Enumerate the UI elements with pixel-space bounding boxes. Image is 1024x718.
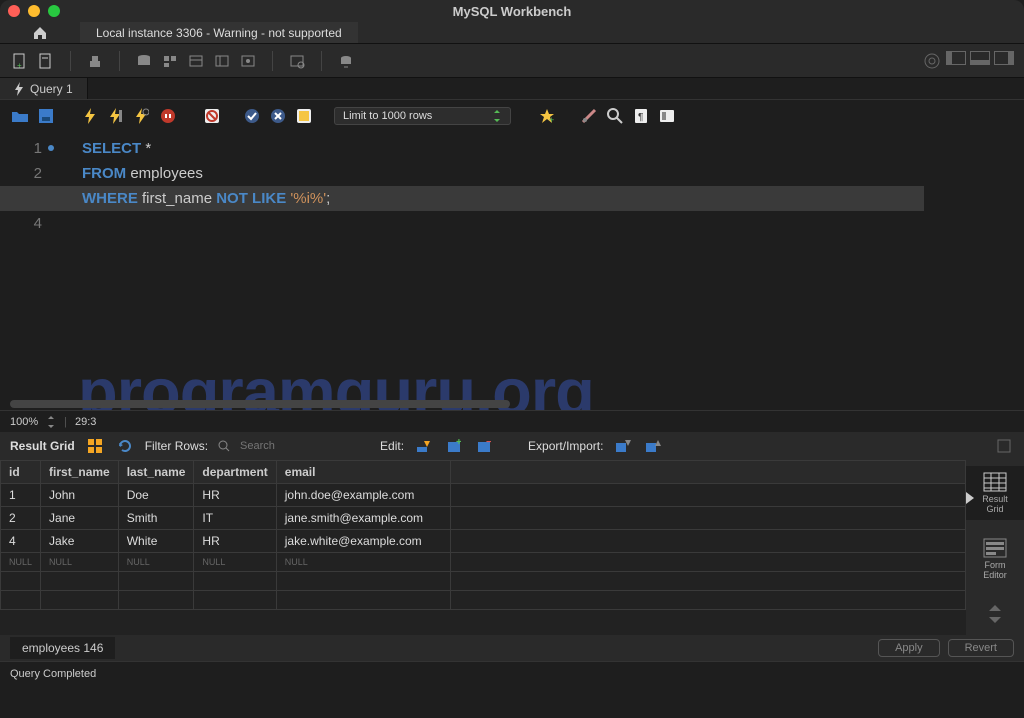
open-file-icon[interactable] <box>10 106 30 126</box>
connection-tab-label: Local instance 3306 - Warning - not supp… <box>96 26 342 40</box>
svg-text:¶: ¶ <box>638 112 643 123</box>
search-glass-icon <box>218 440 230 452</box>
result-grid[interactable]: idfirst_namelast_namedepartmentemail 1Jo… <box>0 460 966 635</box>
filter-rows-label: Filter Rows: <box>145 439 208 453</box>
svg-text:+: + <box>456 439 461 448</box>
column-header[interactable]: id <box>1 461 41 484</box>
db-icon-1[interactable] <box>134 51 154 71</box>
close-window-button[interactable] <box>8 5 20 17</box>
db-icon-4[interactable] <box>212 51 232 71</box>
result-grid-tab[interactable]: Result Grid <box>966 466 1024 520</box>
execute-current-icon[interactable] <box>106 106 126 126</box>
svg-text:−: − <box>486 439 491 448</box>
code-area[interactable]: SELECT * FROM employees WHERE first_name… <box>82 136 924 236</box>
db-icon-5[interactable] <box>238 51 258 71</box>
delete-row-icon[interactable]: − <box>474 436 494 456</box>
main-toolbar: + <box>0 44 1024 78</box>
horizontal-scrollbar[interactable] <box>10 400 510 408</box>
maximize-window-button[interactable] <box>48 5 60 17</box>
refresh-icon[interactable] <box>115 436 135 456</box>
table-row[interactable]: 4JakeWhiteHRjake.white@example.com <box>1 530 966 553</box>
window-title: MySQL Workbench <box>453 4 572 19</box>
panel-bottom-icon[interactable] <box>970 51 990 65</box>
autocommit-icon[interactable] <box>294 106 314 126</box>
limit-dropdown[interactable]: Limit to 1000 rows <box>334 107 511 125</box>
stop-icon[interactable] <box>158 106 178 126</box>
result-toolbar: Result Grid Filter Rows: Edit: + − Expor… <box>0 432 1024 460</box>
zoom-level[interactable]: 100% <box>10 416 38 428</box>
db-icon-2[interactable] <box>160 51 180 71</box>
collapse-arrow-icon[interactable] <box>966 492 974 504</box>
table-row[interactable]: 2JaneSmithITjane.smith@example.com <box>1 507 966 530</box>
lightning-icon <box>14 82 24 96</box>
execute-icon[interactable] <box>80 106 100 126</box>
wrap-cell-icon[interactable] <box>994 436 1014 456</box>
column-header[interactable]: department <box>194 461 276 484</box>
explain-icon[interactable] <box>132 106 152 126</box>
open-sql-file-icon[interactable] <box>36 51 56 71</box>
apply-button[interactable]: Apply <box>878 639 940 657</box>
filter-input[interactable] <box>240 440 320 452</box>
panel-left-icon[interactable] <box>946 51 966 65</box>
new-sql-file-icon[interactable]: + <box>10 51 30 71</box>
save-file-icon[interactable] <box>36 106 56 126</box>
nav-arrows-icon[interactable] <box>987 603 1003 627</box>
query-tab[interactable]: Query 1 <box>0 78 88 99</box>
no-limit-icon[interactable] <box>202 106 222 126</box>
status-text: Query Completed <box>10 668 96 680</box>
wrap-icon[interactable]: ¶ <box>631 106 651 126</box>
invisible-chars-icon[interactable] <box>605 106 625 126</box>
connection-tab[interactable]: Local instance 3306 - Warning - not supp… <box>80 22 358 43</box>
connection-tab-row: Local instance 3306 - Warning - not supp… <box>0 22 1024 44</box>
inspector-icon[interactable] <box>85 51 105 71</box>
panel-right-icon[interactable] <box>994 51 1014 65</box>
result-tab-label[interactable]: employees 146 <box>10 637 115 659</box>
grid-view-icon[interactable] <box>85 436 105 456</box>
result-sidepanel: Result Grid Form Editor <box>966 460 1024 635</box>
query-tab-row: Query 1 <box>0 78 1024 100</box>
result-footer: employees 146 Apply Revert <box>0 635 1024 661</box>
commit-icon[interactable] <box>242 106 262 126</box>
gear-icon[interactable] <box>922 51 942 71</box>
edit-label: Edit: <box>380 439 404 453</box>
find-icon[interactable] <box>579 106 599 126</box>
beautify-icon[interactable]: + <box>537 106 557 126</box>
revert-button[interactable]: Revert <box>948 639 1014 657</box>
query-tab-label: Query 1 <box>30 82 73 96</box>
column-header[interactable]: email <box>276 461 450 484</box>
column-header[interactable]: last_name <box>118 461 194 484</box>
table-row[interactable]: 1JohnDoeHRjohn.doe@example.com <box>1 484 966 507</box>
titlebar: MySQL Workbench <box>0 0 1024 22</box>
result-grid-label: Result Grid <box>10 439 75 453</box>
add-row-icon[interactable]: + <box>444 436 464 456</box>
home-button[interactable] <box>0 22 80 43</box>
editor-statusbar: 100% | 29:3 <box>0 410 1024 432</box>
export-icon[interactable] <box>613 436 633 456</box>
db-icon-3[interactable] <box>186 51 206 71</box>
search-icon[interactable] <box>287 51 307 71</box>
import-icon[interactable] <box>643 436 663 456</box>
minimize-window-button[interactable] <box>28 5 40 17</box>
cursor-position: 29:3 <box>75 416 96 428</box>
edit-row-icon[interactable] <box>414 436 434 456</box>
limit-dropdown-label: Limit to 1000 rows <box>343 110 432 122</box>
reconnect-icon[interactable] <box>336 51 356 71</box>
form-editor-tab[interactable]: Form Editor <box>966 532 1024 586</box>
editor-toolbar: Limit to 1000 rows + ¶ <box>0 100 1024 132</box>
table-row-null[interactable]: NULLNULLNULLNULLNULL <box>1 553 966 572</box>
statusbar: Query Completed <box>0 661 1024 685</box>
snippets-icon[interactable] <box>657 106 677 126</box>
export-import-label: Export/Import: <box>528 439 603 453</box>
rollback-icon[interactable] <box>268 106 288 126</box>
svg-text:+: + <box>549 115 554 124</box>
line-gutter: 1 2 3 4 <box>0 132 60 410</box>
sql-editor[interactable]: 1 2 3 4 SELECT * FROM employees WHERE fi… <box>0 132 1024 410</box>
svg-text:+: + <box>17 61 22 70</box>
column-header[interactable]: first_name <box>41 461 119 484</box>
